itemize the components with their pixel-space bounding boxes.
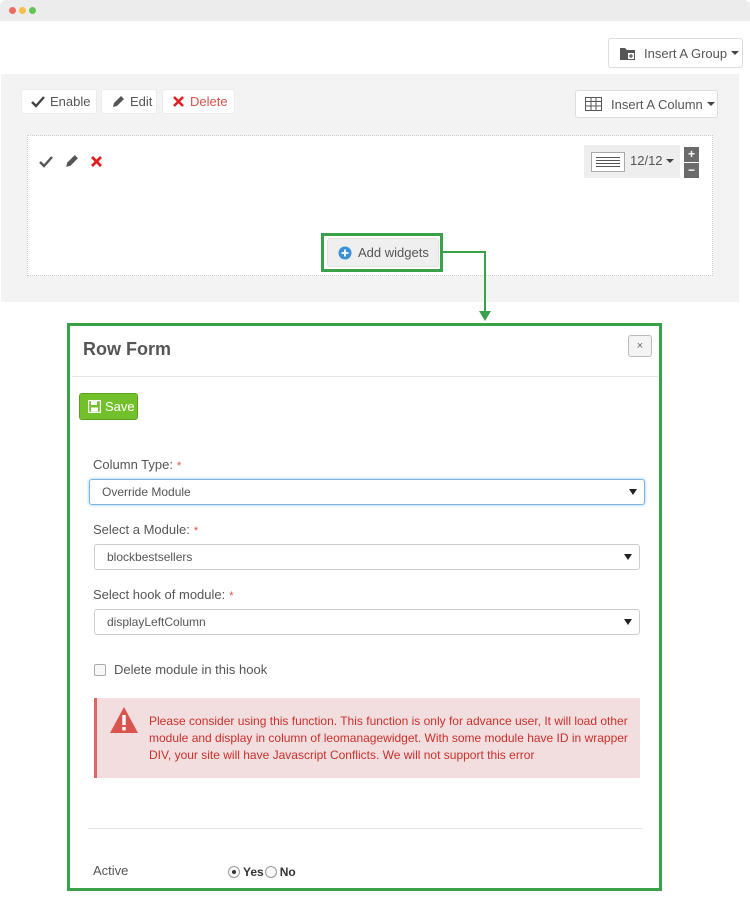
active-yes-radio[interactable] (228, 866, 240, 878)
required-marker: * (176, 460, 182, 472)
module-select[interactable]: blockbestsellers (94, 544, 640, 570)
warning-text: Please consider using this function. Thi… (149, 714, 628, 762)
row-form-highlight (67, 323, 662, 891)
close-button[interactable]: × (628, 335, 652, 357)
save-label: Save (105, 399, 135, 414)
active-label: Active (93, 863, 129, 878)
required-marker: * (193, 525, 199, 537)
caret-down-icon (624, 554, 632, 560)
hook-select[interactable]: displayLeftColumn (94, 609, 640, 635)
active-no-radio[interactable] (264, 866, 277, 878)
warning-icon (109, 705, 139, 738)
column-type-select[interactable]: Override Module (89, 479, 645, 505)
form-title: Row Form (83, 339, 171, 359)
active-yes-label: Yes (243, 865, 264, 879)
module-value: blockbestsellers (107, 550, 193, 564)
column-type-label: Column Type: * (93, 457, 182, 472)
delete-module-label: Delete module in this hook (114, 662, 268, 677)
form-header-divider (72, 376, 658, 377)
delete-module-row: Delete module in this hook (94, 662, 267, 677)
caret-down-icon (624, 619, 632, 625)
close-icon: × (636, 340, 644, 352)
hook-value: displayLeftColumn (107, 615, 206, 629)
active-no-label: No (279, 865, 296, 879)
column-type-value: Override Module (102, 485, 191, 499)
active-radio-group: Yes No (228, 865, 297, 879)
warning-alert: Please consider using this function. Thi… (94, 698, 640, 778)
required-marker: * (229, 590, 234, 602)
module-label: Select a Module: * (93, 522, 199, 537)
floppy-disk-icon (88, 400, 101, 413)
form-footer-divider (88, 828, 643, 829)
save-button[interactable]: Save (79, 393, 138, 420)
delete-module-checkbox[interactable] (94, 663, 106, 676)
hook-label: Select hook of module: * (93, 587, 234, 602)
caret-down-icon (629, 489, 637, 495)
